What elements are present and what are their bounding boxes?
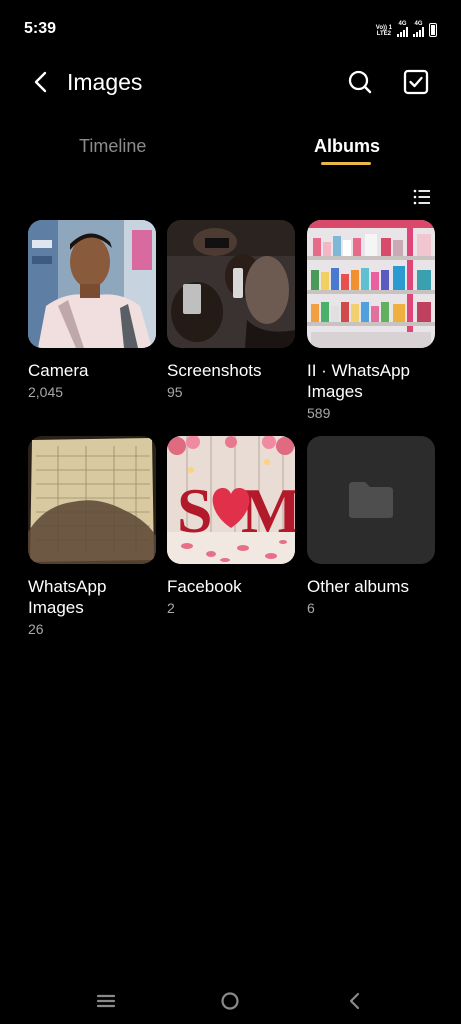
album-name: Facebook xyxy=(167,577,242,596)
album-thumbnail: S M xyxy=(167,436,295,564)
signal-icon xyxy=(397,27,408,37)
select-checkbox-icon xyxy=(403,69,429,95)
album-count: 589 xyxy=(307,405,331,421)
home-button[interactable] xyxy=(216,988,244,1016)
album-thumbnail xyxy=(28,436,156,564)
album-thumbnail xyxy=(307,220,435,348)
menu-icon xyxy=(96,994,116,1008)
album-thumbnail xyxy=(307,436,435,564)
album-thumbnail xyxy=(167,220,295,348)
search-button[interactable] xyxy=(346,68,374,96)
svg-text:M: M xyxy=(241,475,295,546)
album-count: 95 xyxy=(167,384,183,400)
album-thumbnail xyxy=(28,220,156,348)
album-name: Screenshots xyxy=(167,361,262,380)
sm-heart-photo: S M xyxy=(167,436,295,564)
tab-timeline[interactable]: Timeline xyxy=(79,134,146,158)
album-facebook[interactable]: S M Facebook 2 xyxy=(167,436,295,617)
nav-back-button[interactable] xyxy=(341,988,369,1016)
list-view-button[interactable] xyxy=(410,185,434,209)
active-tab-indicator xyxy=(321,162,371,165)
selfie-photo xyxy=(28,220,156,348)
album-whatsapp-images-2[interactable]: II · WhatsApp Images 589 xyxy=(307,220,435,422)
tab-albums[interactable]: Albums xyxy=(314,134,380,158)
album-name: II · WhatsApp Images xyxy=(307,361,410,401)
album-count: 2,045 xyxy=(28,384,64,400)
status-time: 5:39 xyxy=(24,20,57,37)
document-photo xyxy=(28,436,156,564)
sim1-signal: 4G xyxy=(397,21,408,37)
album-count: 26 xyxy=(28,621,44,637)
album-screenshots[interactable]: Screenshots 95 xyxy=(167,220,295,401)
status-icons: Vo)) 1 LTE2 4G 4G xyxy=(376,21,437,37)
album-count: 6 xyxy=(307,600,315,616)
search-icon xyxy=(348,70,372,94)
sim2-signal: 4G xyxy=(413,21,424,37)
shelf-photo xyxy=(307,220,435,348)
album-name: Other albums xyxy=(307,577,410,596)
svg-text:S: S xyxy=(177,475,213,546)
album-whatsapp-images[interactable]: WhatsApp Images 26 xyxy=(28,436,156,638)
folder-icon xyxy=(349,482,393,518)
list-view-icon xyxy=(413,189,430,205)
back-icon xyxy=(349,992,360,1010)
battery-icon xyxy=(429,23,437,37)
album-camera[interactable]: Camera 2,045 xyxy=(28,220,156,401)
album-count: 2 xyxy=(167,600,175,616)
status-bar: 5:39 Vo)) 1 LTE2 4G 4G xyxy=(0,0,461,60)
app-bar: Images xyxy=(0,60,461,104)
lte-label: LTE2 xyxy=(376,31,391,37)
page-title: Images xyxy=(67,69,143,95)
album-other-albums[interactable]: Other albums 6 xyxy=(307,436,435,617)
album-name: Camera xyxy=(28,361,89,380)
back-button[interactable] xyxy=(28,68,56,96)
back-arrow-icon xyxy=(34,71,47,93)
recent-apps-button[interactable] xyxy=(92,988,120,1016)
album-name: WhatsApp Images xyxy=(28,577,107,617)
home-icon xyxy=(221,992,239,1010)
signal-icon xyxy=(413,27,424,37)
sim1-indicator: Vo)) 1 LTE2 xyxy=(376,25,392,37)
screenshot-photo xyxy=(167,220,295,348)
system-nav-bar xyxy=(0,980,461,1024)
select-button[interactable] xyxy=(402,68,430,96)
